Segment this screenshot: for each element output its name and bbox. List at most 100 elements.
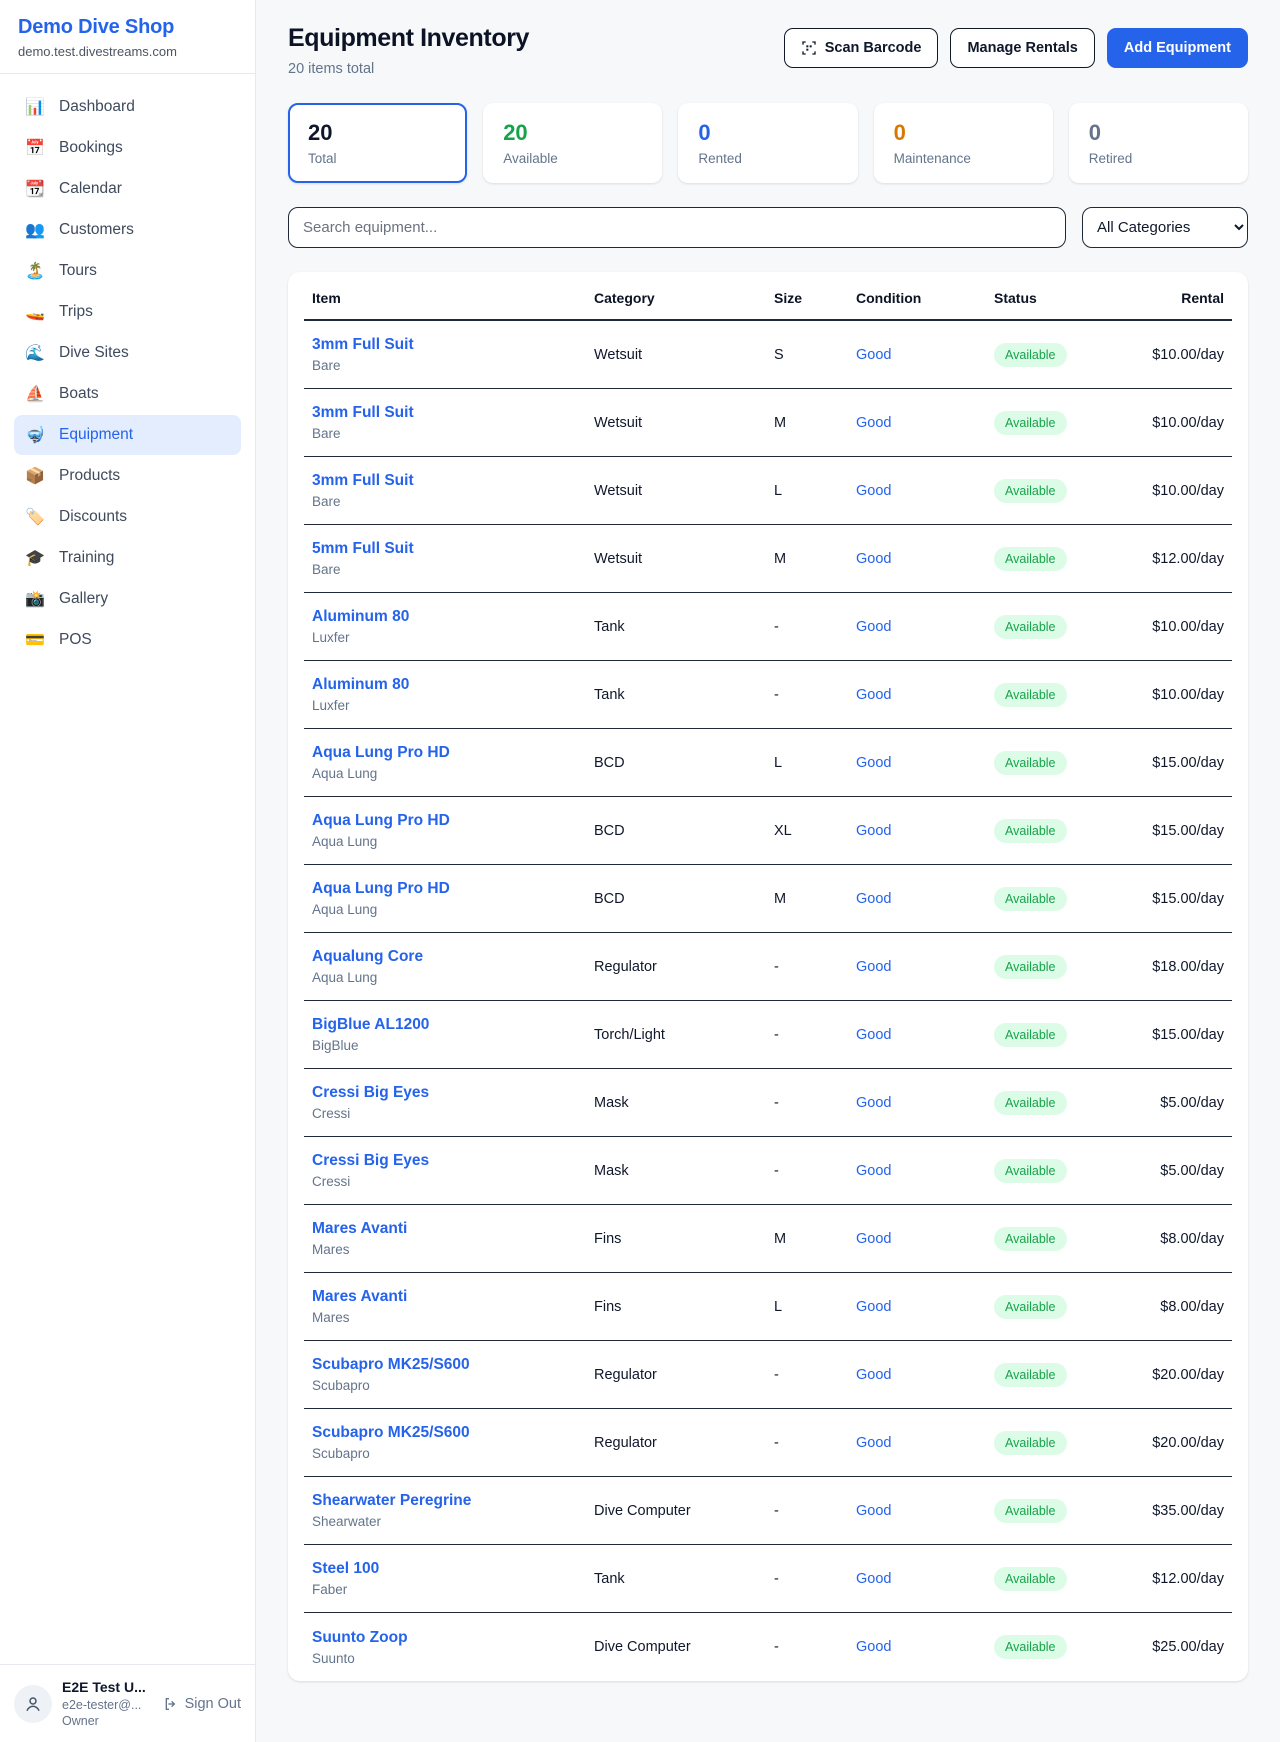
products-icon: 📦	[24, 466, 46, 486]
item-name-link[interactable]: 3mm Full Suit	[312, 472, 594, 490]
sidebar-item-dive-sites[interactable]: 🌊 Dive Sites	[14, 333, 241, 373]
stat-value: 0	[894, 120, 1033, 146]
item-name-link[interactable]: Aqua Lung Pro HD	[312, 744, 594, 762]
item-name-link[interactable]: Suunto Zoop	[312, 1629, 594, 1647]
sidebar-item-customers[interactable]: 👥 Customers	[14, 210, 241, 250]
sign-out-icon	[163, 1696, 179, 1712]
item-brand: Bare	[312, 562, 594, 577]
search-input[interactable]	[288, 207, 1066, 248]
item-condition-link[interactable]: Good	[856, 1231, 994, 1247]
sidebar-item-bookings[interactable]: 📅 Bookings	[14, 128, 241, 168]
table-row: Scubapro MK25/S600 Scubapro Regulator - …	[304, 1341, 1232, 1409]
item-condition-link[interactable]: Good	[856, 619, 994, 635]
item-name-link[interactable]: Scubapro MK25/S600	[312, 1424, 594, 1442]
item-name-link[interactable]: Aqua Lung Pro HD	[312, 812, 594, 830]
item-name-link[interactable]: Aqualung Core	[312, 948, 594, 966]
sidebar-item-dashboard[interactable]: 📊 Dashboard	[14, 87, 241, 127]
item-condition-link[interactable]: Good	[856, 1639, 994, 1655]
brand: Demo Dive Shop demo.test.divestreams.com	[0, 0, 255, 73]
sidebar-item-equipment[interactable]: 🤿 Equipment	[14, 415, 241, 455]
item-condition-link[interactable]: Good	[856, 959, 994, 975]
customers-icon: 👥	[24, 220, 46, 240]
barcode-scan-icon	[801, 40, 817, 56]
item-condition-link[interactable]: Good	[856, 687, 994, 703]
status-badge: Available	[994, 1023, 1067, 1047]
sidebar-item-products[interactable]: 📦 Products	[14, 456, 241, 496]
sidebar-item-gallery[interactable]: 📸 Gallery	[14, 579, 241, 619]
item-condition-link[interactable]: Good	[856, 1027, 994, 1043]
page-subtitle: 20 items total	[288, 61, 529, 77]
column-header-status: Status	[994, 290, 1114, 306]
calendar-icon: 📆	[24, 179, 46, 199]
item-name-link[interactable]: 3mm Full Suit	[312, 336, 594, 354]
table-row: Suunto Zoop Suunto Dive Computer - Good …	[304, 1613, 1232, 1681]
table-row: 3mm Full Suit Bare Wetsuit S Good Availa…	[304, 321, 1232, 389]
discounts-icon: 🏷️	[24, 507, 46, 527]
sidebar-nav: 📊 Dashboard 📅 Bookings 📆 Calendar 👥 Cust…	[0, 74, 255, 671]
sidebar-item-calendar[interactable]: 📆 Calendar	[14, 169, 241, 209]
item-condition-link[interactable]: Good	[856, 1163, 994, 1179]
item-category: Dive Computer	[594, 1639, 774, 1655]
item-size: M	[774, 415, 856, 431]
item-name-link[interactable]: Cressi Big Eyes	[312, 1152, 594, 1170]
item-name-link[interactable]: Mares Avanti	[312, 1220, 594, 1238]
item-rental-rate: $20.00/day	[1114, 1367, 1224, 1383]
item-size: S	[774, 347, 856, 363]
item-condition-link[interactable]: Good	[856, 891, 994, 907]
item-condition-link[interactable]: Good	[856, 483, 994, 499]
main-content: Equipment Inventory 20 items total Scan …	[256, 0, 1280, 1711]
sign-out-button[interactable]: Sign Out	[163, 1696, 241, 1712]
item-name-link[interactable]: Aqua Lung Pro HD	[312, 880, 594, 898]
person-icon	[24, 1695, 42, 1713]
category-select[interactable]: All Categories	[1082, 207, 1248, 248]
column-header-size: Size	[774, 290, 856, 306]
stat-card-maintenance[interactable]: 0 Maintenance	[874, 103, 1053, 183]
manage-rentals-button[interactable]: Manage Rentals	[950, 28, 1094, 68]
item-condition-link[interactable]: Good	[856, 1503, 994, 1519]
item-condition-link[interactable]: Good	[856, 347, 994, 363]
item-category: Mask	[594, 1095, 774, 1111]
stat-card-total[interactable]: 20 Total	[288, 103, 467, 183]
item-condition-link[interactable]: Good	[856, 1571, 994, 1587]
item-condition-link[interactable]: Good	[856, 1299, 994, 1315]
item-name-link[interactable]: 5mm Full Suit	[312, 540, 594, 558]
scan-barcode-button[interactable]: Scan Barcode	[784, 28, 939, 68]
item-name-link[interactable]: Cressi Big Eyes	[312, 1084, 594, 1102]
item-category: BCD	[594, 755, 774, 771]
stat-label: Total	[308, 151, 447, 166]
item-name-link[interactable]: Aluminum 80	[312, 608, 594, 626]
stat-card-rented[interactable]: 0 Rented	[678, 103, 857, 183]
status-badge: Available	[994, 343, 1067, 367]
sidebar-item-trips[interactable]: 🚤 Trips	[14, 292, 241, 332]
item-name-link[interactable]: Scubapro MK25/S600	[312, 1356, 594, 1374]
add-equipment-button[interactable]: Add Equipment	[1107, 28, 1248, 68]
item-brand: Bare	[312, 494, 594, 509]
item-condition-link[interactable]: Good	[856, 1095, 994, 1111]
item-name-link[interactable]: Aluminum 80	[312, 676, 594, 694]
item-brand: Aqua Lung	[312, 834, 594, 849]
item-condition-link[interactable]: Good	[856, 1435, 994, 1451]
item-condition-link[interactable]: Good	[856, 551, 994, 567]
stat-card-available[interactable]: 20 Available	[483, 103, 662, 183]
table-row: Steel 100 Faber Tank - Good Available $1…	[304, 1545, 1232, 1613]
status-badge: Available	[994, 479, 1067, 503]
item-size: -	[774, 959, 856, 975]
status-badge: Available	[994, 751, 1067, 775]
item-name-link[interactable]: 3mm Full Suit	[312, 404, 594, 422]
item-name-link[interactable]: Shearwater Peregrine	[312, 1492, 594, 1510]
item-condition-link[interactable]: Good	[856, 823, 994, 839]
item-condition-link[interactable]: Good	[856, 1367, 994, 1383]
sidebar-item-training[interactable]: 🎓 Training	[14, 538, 241, 578]
sidebar-item-boats[interactable]: ⛵ Boats	[14, 374, 241, 414]
item-brand: Faber	[312, 1582, 594, 1597]
sidebar-item-pos[interactable]: 💳 POS	[14, 620, 241, 660]
sidebar-item-tours[interactable]: 🏝️ Tours	[14, 251, 241, 291]
sidebar-item-discounts[interactable]: 🏷️ Discounts	[14, 497, 241, 537]
item-name-link[interactable]: Steel 100	[312, 1560, 594, 1578]
item-name-link[interactable]: Mares Avanti	[312, 1288, 594, 1306]
item-condition-link[interactable]: Good	[856, 415, 994, 431]
stat-card-retired[interactable]: 0 Retired	[1069, 103, 1248, 183]
item-brand: Scubapro	[312, 1378, 594, 1393]
item-condition-link[interactable]: Good	[856, 755, 994, 771]
item-name-link[interactable]: BigBlue AL1200	[312, 1016, 594, 1034]
